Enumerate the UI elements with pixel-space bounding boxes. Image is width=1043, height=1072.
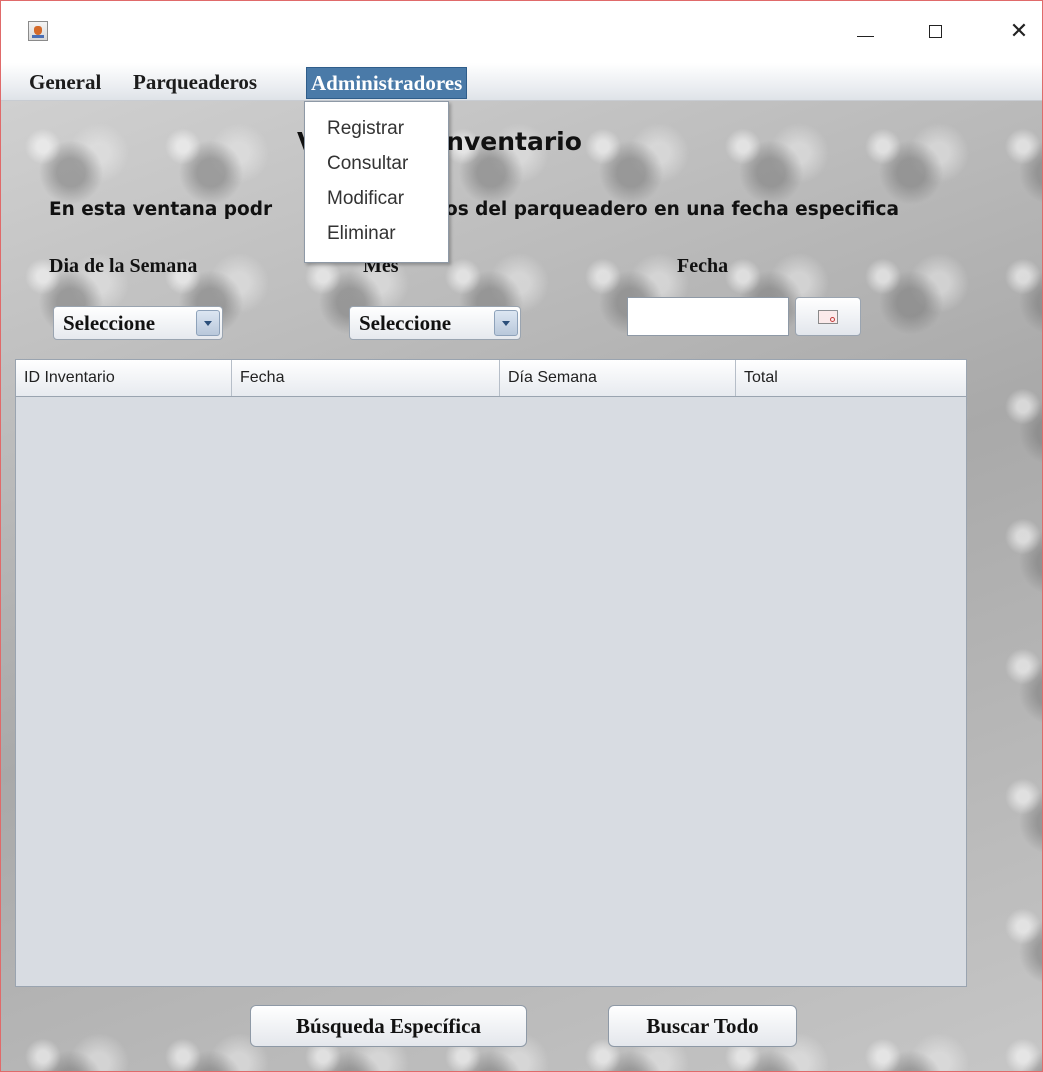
month-select-value: Seleccione	[359, 311, 452, 335]
menu-item-registrar[interactable]: Registrar	[327, 112, 404, 146]
menu-item-eliminar[interactable]: Eliminar	[327, 217, 396, 251]
column-header-dia-semana[interactable]: Día Semana	[500, 360, 736, 396]
menu-general[interactable]: General	[25, 67, 105, 97]
menu-item-consultar[interactable]: Consultar	[327, 147, 408, 181]
administradores-dropdown-menu: Registrar Consultar Modificar Eliminar	[304, 101, 449, 263]
column-header-total[interactable]: Total	[736, 360, 966, 396]
content-panel: V le inventario En esta ventana podr os …	[1, 101, 1042, 1071]
menu-item-modificar[interactable]: Modificar	[327, 182, 404, 216]
calendar-icon	[818, 310, 838, 324]
chevron-down-icon[interactable]	[494, 310, 518, 336]
table-header: ID Inventario Fecha Día Semana Total	[16, 360, 966, 397]
maximize-button[interactable]	[921, 15, 961, 49]
table-body[interactable]	[16, 397, 966, 986]
chevron-down-icon[interactable]	[196, 310, 220, 336]
date-label: Fecha	[677, 255, 729, 277]
app-window: ✕ General Parqueaderos Administradores V…	[0, 0, 1043, 1072]
column-header-fecha[interactable]: Fecha	[232, 360, 500, 396]
month-select[interactable]: Seleccione	[349, 306, 521, 340]
date-picker-button[interactable]	[795, 297, 861, 336]
java-app-icon	[28, 21, 48, 41]
menu-administradores[interactable]: Administradores	[306, 67, 468, 99]
day-of-week-label: Dia de la Semana	[49, 255, 198, 277]
date-input[interactable]	[627, 297, 789, 336]
menu-bar: General Parqueaderos Administradores	[1, 63, 1042, 101]
inventory-table[interactable]: ID Inventario Fecha Día Semana Total	[15, 359, 967, 987]
search-all-button[interactable]: Buscar Todo	[608, 1005, 797, 1047]
specific-search-button[interactable]: Búsqueda Específica	[250, 1005, 527, 1047]
menu-parqueaderos[interactable]: Parqueaderos	[129, 67, 261, 97]
close-button[interactable]: ✕	[999, 15, 1039, 49]
minimize-button[interactable]	[849, 15, 889, 49]
day-of-week-select-value: Seleccione	[63, 311, 156, 335]
column-header-id-inventario[interactable]: ID Inventario	[16, 360, 232, 396]
title-bar[interactable]: ✕	[1, 1, 1042, 63]
page-description: En esta ventana podr os ingresos del par…	[49, 199, 899, 220]
day-of-week-select[interactable]: Seleccione	[53, 306, 223, 340]
